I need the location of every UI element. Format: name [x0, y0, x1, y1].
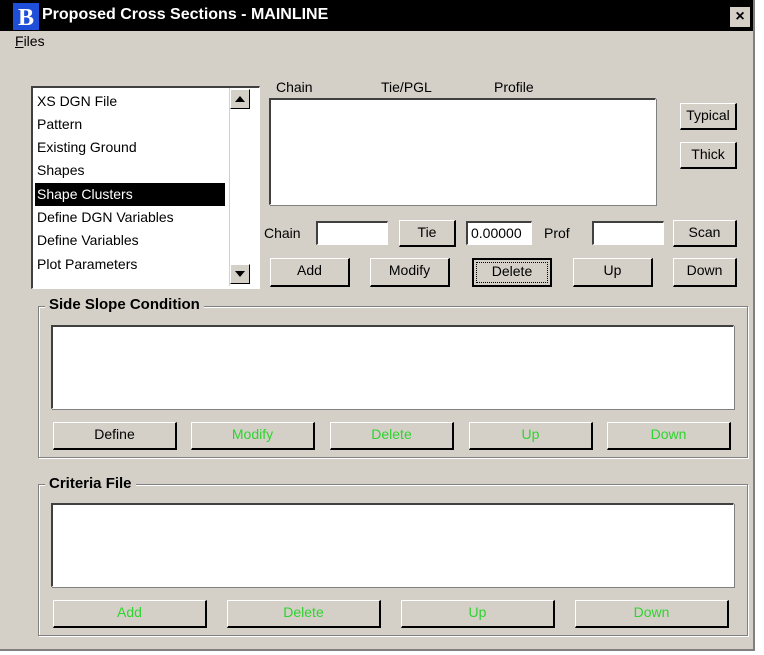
up-shape-button[interactable]: Up [573, 258, 653, 287]
side-slope-list[interactable] [51, 325, 734, 409]
scroll-up-button[interactable] [230, 89, 250, 109]
list-item-xs-dgn-file[interactable]: XS DGN File [35, 90, 225, 113]
list-item-define-variables[interactable]: Define Variables [35, 229, 225, 252]
svg-text:B: B [18, 5, 34, 30]
delete-criteria-button[interactable]: Delete [227, 600, 381, 628]
arrow-up-icon [235, 96, 245, 102]
list-item-existing-ground[interactable]: Existing Ground [35, 136, 225, 159]
modify-shape-button[interactable]: Modify [370, 258, 450, 287]
list-item-define-dgn-variables[interactable]: Define DGN Variables [35, 206, 225, 229]
shape-cluster-list[interactable] [269, 98, 656, 205]
prof-label: Prof [544, 225, 570, 241]
list-item-plot-parameters[interactable]: Plot Parameters [35, 253, 225, 276]
criteria-file-title: Criteria File [45, 475, 136, 492]
add-shape-button[interactable]: Add [270, 258, 350, 287]
typical-button[interactable]: Typical [680, 103, 737, 130]
title-bar[interactable]: B Proposed Cross Sections - MAINLINE × [0, 0, 753, 31]
column-header-tie-pgl: Tie/PGL [381, 79, 432, 95]
window-title: Proposed Cross Sections - MAINLINE [42, 6, 329, 23]
close-icon: × [735, 8, 745, 25]
arrow-down-icon [235, 271, 245, 277]
column-header-chain: Chain [276, 79, 313, 95]
app-logo-icon: B [13, 3, 39, 30]
scan-button[interactable]: Scan [673, 220, 737, 247]
chain-label: Chain [264, 225, 301, 241]
add-criteria-button[interactable]: Add [53, 600, 207, 628]
thick-button[interactable]: Thick [680, 142, 737, 169]
chain-input[interactable] [316, 221, 388, 245]
menu-files[interactable]: Files [15, 33, 45, 49]
prof-input[interactable] [592, 221, 664, 245]
up-criteria-button[interactable]: Up [401, 600, 555, 628]
close-button[interactable]: × [730, 7, 750, 27]
criteria-file-list[interactable] [51, 503, 734, 587]
up-side-slope-button[interactable]: Up [469, 422, 593, 450]
tie-button[interactable]: Tie [399, 220, 456, 247]
side-slope-condition-title: Side Slope Condition [45, 296, 204, 313]
delete-side-slope-button[interactable]: Delete [330, 422, 454, 450]
define-side-slope-button[interactable]: Define [53, 422, 177, 450]
list-item-pattern[interactable]: Pattern [35, 113, 225, 136]
scroll-down-button[interactable] [230, 264, 250, 284]
proposed-cross-sections-dialog: B Proposed Cross Sections - MAINLINE × F… [0, 0, 755, 651]
tie-value-input[interactable]: 0.00000 [466, 221, 532, 245]
list-item-shapes[interactable]: Shapes [35, 159, 225, 182]
list-item-shape-clusters[interactable]: Shape Clusters [35, 183, 225, 206]
down-shape-button[interactable]: Down [673, 258, 737, 287]
column-header-profile: Profile [494, 79, 534, 95]
modify-side-slope-button[interactable]: Modify [191, 422, 315, 450]
list-scrollbar[interactable] [229, 88, 252, 286]
delete-shape-button[interactable]: Delete [472, 258, 552, 287]
down-side-slope-button[interactable]: Down [607, 422, 731, 450]
menu-bar: Files [0, 31, 753, 53]
category-list[interactable]: XS DGN File Pattern Existing Ground Shap… [31, 86, 260, 289]
down-criteria-button[interactable]: Down [575, 600, 729, 628]
